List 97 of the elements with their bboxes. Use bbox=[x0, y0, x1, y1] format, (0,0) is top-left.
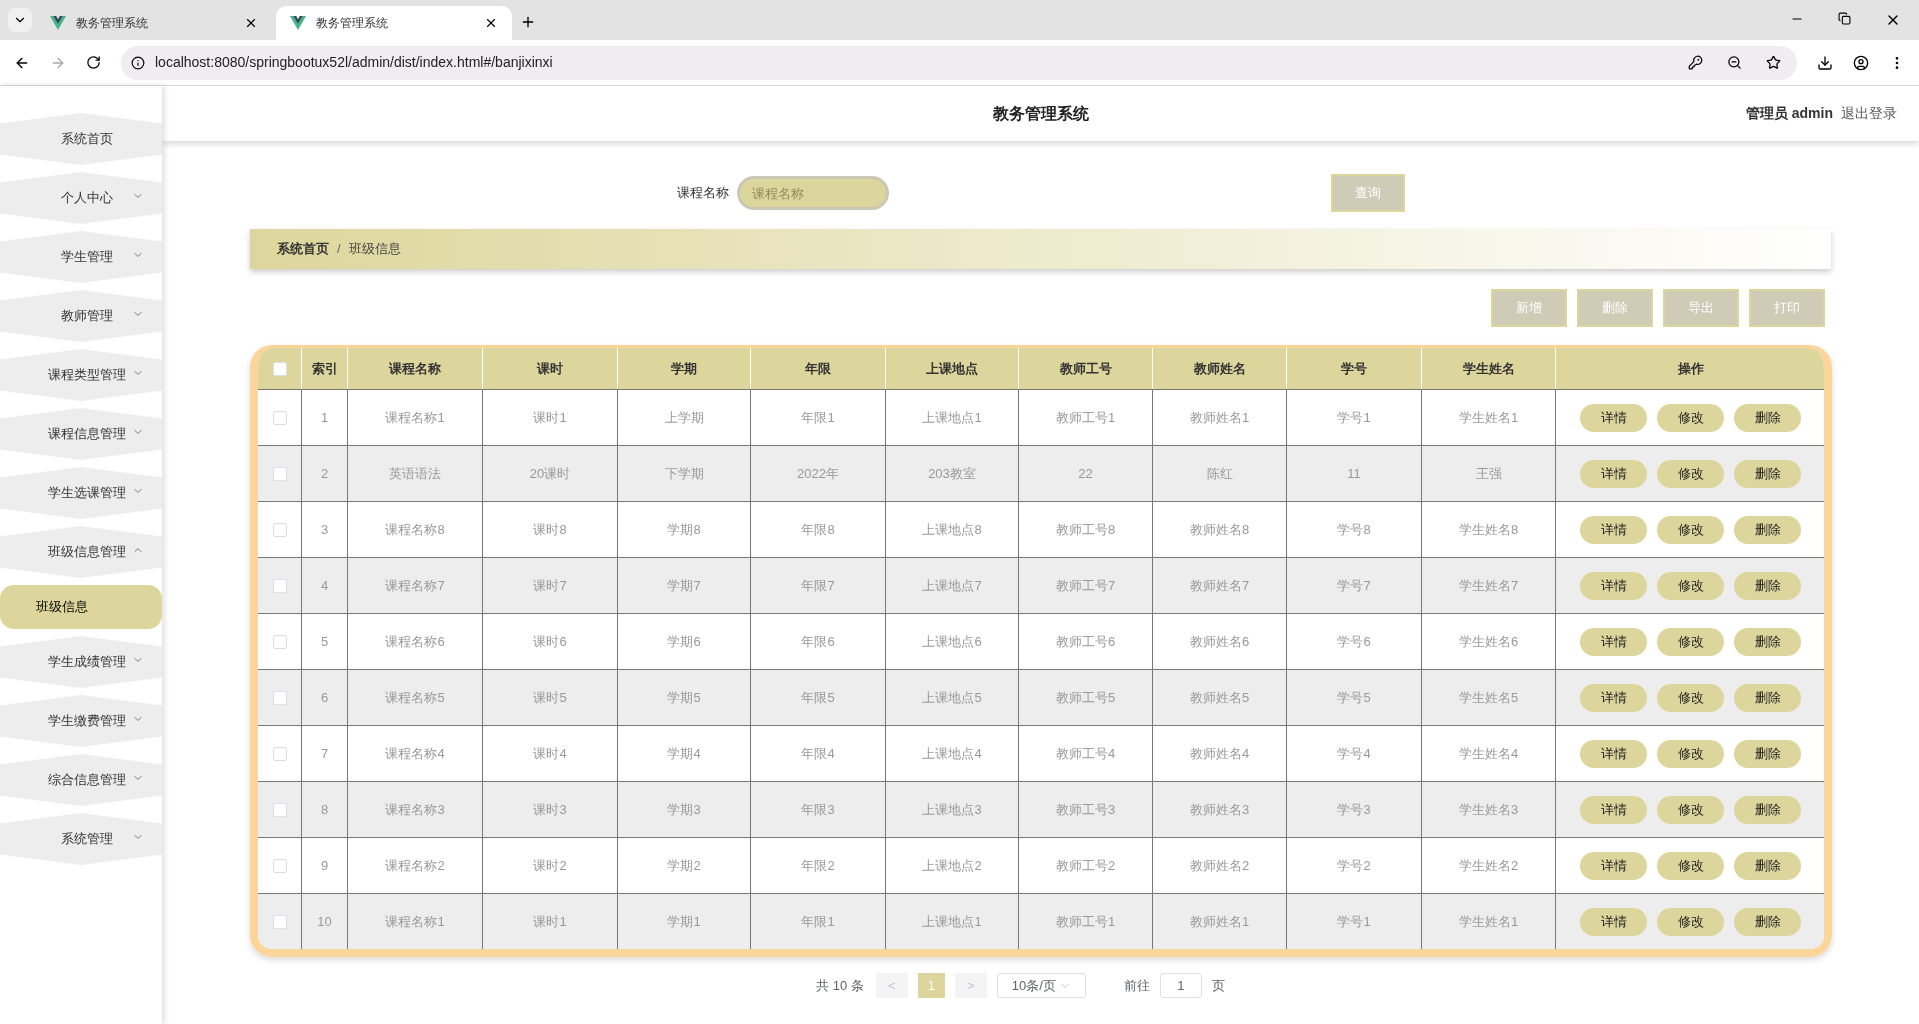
row-action-button[interactable]: 删除 bbox=[1734, 515, 1801, 544]
sidebar-item[interactable]: 课程类型管理 bbox=[0, 349, 162, 401]
table-cell: 课程名称1 bbox=[347, 894, 482, 949]
page-size-select[interactable]: 10条/页 bbox=[996, 973, 1086, 998]
row-action-button[interactable]: 修改 bbox=[1657, 851, 1724, 880]
row-action-button[interactable]: 删除 bbox=[1734, 403, 1801, 432]
row-action-button[interactable]: 删除 bbox=[1734, 627, 1801, 656]
sidebar-item[interactable]: 学生缴费管理 bbox=[0, 695, 162, 747]
row-action-button[interactable]: 删除 bbox=[1734, 795, 1801, 824]
browser-tab[interactable]: 教务管理系统 bbox=[276, 6, 512, 40]
row-action-button[interactable]: 详情 bbox=[1580, 851, 1647, 880]
row-action-button[interactable]: 删除 bbox=[1734, 683, 1801, 712]
row-action-button[interactable]: 修改 bbox=[1657, 515, 1724, 544]
table-cell: 学生姓名1 bbox=[1421, 894, 1555, 949]
table-cell: 课时1 bbox=[482, 894, 617, 949]
row-action-button[interactable]: 详情 bbox=[1580, 739, 1647, 768]
checkbox[interactable] bbox=[272, 802, 287, 817]
table-cell: 学期1 bbox=[617, 894, 750, 949]
breadcrumb-link[interactable]: 系统首页 bbox=[277, 239, 329, 259]
row-action-button[interactable]: 详情 bbox=[1580, 571, 1647, 600]
sidebar-subitem[interactable]: 班级信息 bbox=[0, 585, 162, 629]
zoom-icon[interactable] bbox=[1727, 55, 1742, 70]
info-icon bbox=[131, 55, 145, 70]
sidebar-item[interactable]: 综合信息管理 bbox=[0, 754, 162, 806]
row-action-button[interactable]: 修改 bbox=[1657, 627, 1724, 656]
row-action-button[interactable]: 修改 bbox=[1657, 739, 1724, 768]
table-cell: 年限1 bbox=[750, 894, 885, 949]
close-icon[interactable] bbox=[244, 16, 258, 30]
table-cell: 10 bbox=[301, 894, 347, 949]
profile-icon[interactable] bbox=[1853, 54, 1869, 71]
checkbox[interactable] bbox=[272, 522, 287, 537]
search-field[interactable]: 课程名称 bbox=[737, 176, 889, 210]
breadcrumb-current: 班级信息 bbox=[348, 240, 401, 259]
checkbox[interactable] bbox=[272, 690, 287, 705]
row-action-button[interactable]: 详情 bbox=[1580, 683, 1647, 712]
checkbox[interactable] bbox=[272, 578, 287, 593]
row-action-button[interactable]: 修改 bbox=[1657, 459, 1724, 488]
vue-logo-icon bbox=[50, 16, 66, 30]
sidebar-item[interactable]: 课程信息管理 bbox=[0, 408, 162, 460]
sidebar-item[interactable]: 教师管理 bbox=[0, 290, 162, 342]
sidebar-item[interactable]: 个人中心 bbox=[0, 172, 162, 224]
row-action-button[interactable]: 删除 bbox=[1734, 571, 1801, 600]
tab-list-button[interactable] bbox=[8, 8, 32, 32]
url-text: localhost:8080/springbootux52l/admin/dist/index.html#/banjixinxi bbox=[155, 53, 554, 72]
row-action-button[interactable]: 删除 bbox=[1734, 851, 1801, 880]
row-action-button[interactable]: 修改 bbox=[1657, 571, 1724, 600]
search-label: 课程名称 bbox=[677, 184, 729, 203]
row-action-button[interactable]: 详情 bbox=[1580, 627, 1647, 656]
download-icon[interactable] bbox=[1817, 54, 1833, 71]
reload-icon[interactable] bbox=[86, 55, 101, 70]
goto-label: 前往 bbox=[1123, 976, 1150, 995]
checkbox[interactable] bbox=[272, 746, 287, 761]
browser-tab[interactable]: 教务管理系统 bbox=[36, 6, 272, 40]
row-action-button[interactable]: 详情 bbox=[1580, 515, 1647, 544]
total-count: 共 10 条 bbox=[816, 976, 864, 995]
new-tab-icon[interactable] bbox=[520, 14, 536, 30]
tab-title: 教务管理系统 bbox=[316, 15, 389, 32]
checkbox[interactable] bbox=[272, 858, 287, 873]
goto-page-field[interactable]: 1 bbox=[1159, 973, 1202, 998]
close-icon[interactable] bbox=[484, 16, 498, 30]
restore-icon[interactable] bbox=[1838, 12, 1851, 25]
sidebar-item[interactable]: 系统首页 bbox=[0, 113, 162, 165]
row-action-button[interactable]: 修改 bbox=[1657, 403, 1724, 432]
row-action-button[interactable]: 详情 bbox=[1580, 795, 1647, 824]
app-title: 教务管理系统 bbox=[992, 103, 1089, 124]
checkbox[interactable] bbox=[272, 410, 287, 425]
row-action-button[interactable]: 删除 bbox=[1734, 459, 1801, 488]
star-icon[interactable] bbox=[1766, 55, 1781, 70]
goto-suffix: 页 bbox=[1211, 976, 1225, 995]
row-action-button[interactable]: 详情 bbox=[1580, 403, 1647, 432]
sidebar-item[interactable]: 学生管理 bbox=[0, 231, 162, 283]
breadcrumb-separator: / bbox=[337, 240, 341, 259]
sidebar-item[interactable]: 学生成绩管理 bbox=[0, 636, 162, 688]
row-action-button[interactable]: 详情 bbox=[1580, 459, 1647, 488]
sidebar-item[interactable]: 学生选课管理 bbox=[0, 467, 162, 519]
row-action-button[interactable]: 详情 bbox=[1580, 907, 1647, 936]
table-cell: 上课地点1 bbox=[885, 894, 1018, 949]
sidebar-item[interactable]: 系统管理 bbox=[0, 813, 162, 865]
key-icon[interactable] bbox=[1688, 55, 1703, 70]
table-cell: 教师工号1 bbox=[1018, 894, 1152, 949]
row-action-button[interactable]: 删除 bbox=[1734, 907, 1801, 936]
checkbox[interactable] bbox=[272, 361, 287, 376]
table-cell: 教师姓名1 bbox=[1152, 894, 1286, 949]
logout-link[interactable]: 退出登录 bbox=[1841, 103, 1897, 124]
checkbox[interactable] bbox=[272, 914, 287, 929]
row-action-button[interactable]: 删除 bbox=[1734, 739, 1801, 768]
vue-logo-icon bbox=[290, 16, 306, 30]
table-cell: 学号1 bbox=[1286, 894, 1421, 949]
address-bar[interactable]: localhost:8080/springbootux52l/admin/dist/index.html#/banjixinxi bbox=[121, 45, 1797, 80]
checkbox[interactable] bbox=[272, 466, 287, 481]
checkbox[interactable] bbox=[272, 634, 287, 649]
user-label: 管理员 admin bbox=[1745, 104, 1833, 123]
row-action-button[interactable]: 修改 bbox=[1657, 907, 1724, 936]
row-action-button[interactable]: 修改 bbox=[1657, 795, 1724, 824]
sidebar-item[interactable]: 班级信息管理 bbox=[0, 526, 162, 578]
row-action-button[interactable]: 修改 bbox=[1657, 683, 1724, 712]
tab-title: 教务管理系统 bbox=[76, 15, 149, 32]
